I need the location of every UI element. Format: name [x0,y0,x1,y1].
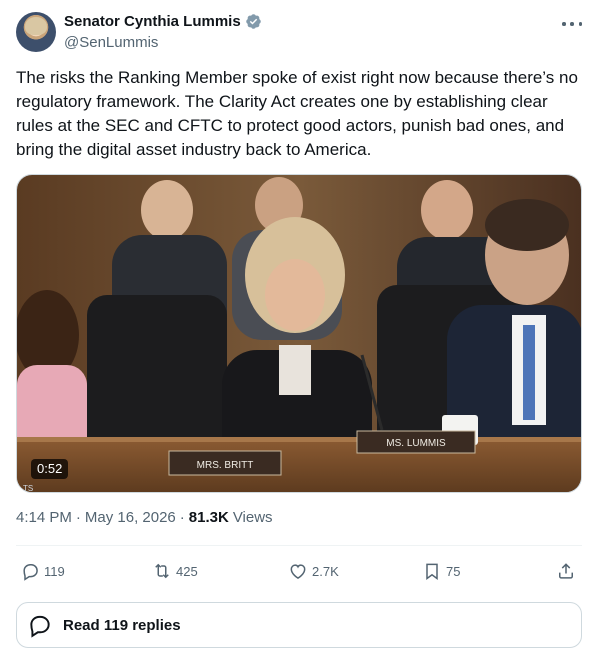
meta-separator: · [179,509,185,526]
video-player[interactable]: MRS. BRITT MS. LUMMIS TS 0:52 [16,174,582,493]
more-options-icon[interactable] [562,16,582,32]
reply-icon [23,564,38,581]
bookmark-icon [426,563,438,580]
nameplate-lummis: MS. LUMMIS [386,438,446,449]
views-count[interactable]: 81.3K [189,509,229,526]
author-handle[interactable]: @SenLummis [64,34,158,51]
share-button[interactable] [556,556,576,586]
meta-separator: · [75,509,81,526]
repost-icon [155,563,169,579]
views-label: Views [232,509,273,526]
tweet-meta: 4:14 PM · May 16, 2026 · 81.3K Views [16,509,273,526]
verified-badge-icon [245,14,261,29]
read-replies-button[interactable]: Read 119 replies [16,602,582,648]
video-frame: MRS. BRITT MS. LUMMIS TS [17,175,581,493]
reply-count: 119 [44,563,65,579]
repost-count: 425 [176,563,198,579]
author-name-row: Senator Cynthia Lummis [64,13,262,30]
share-icon [559,563,573,579]
bookmark-button[interactable]: 75 [422,556,460,586]
like-button[interactable]: 2.7K [288,556,339,586]
tweet-time[interactable]: 4:14 PM [16,509,72,526]
avatar[interactable] [16,12,56,52]
repost-button[interactable]: 425 [152,556,198,586]
reply-button[interactable]: 119 [20,556,65,586]
corner-caption: TS [23,484,33,493]
tweet-date[interactable]: May 16, 2026 [85,509,176,526]
bookmark-count: 75 [446,563,461,579]
author-name[interactable]: Senator Cynthia Lummis [64,13,241,30]
like-count: 2.7K [312,563,339,579]
nameplate-britt: MRS. BRITT [197,460,254,471]
heart-icon [290,564,306,579]
tweet-text: The risks the Ranking Member spoke of ex… [16,68,578,159]
reply-bubble-icon [30,615,50,638]
action-bar: 119 425 2.7K 75 [16,556,582,586]
divider [16,545,582,546]
tweet-header: Senator Cynthia Lummis @SenLummis [16,12,582,54]
read-replies-label: Read 119 replies [63,616,181,634]
video-duration: 0:52 [31,459,69,479]
